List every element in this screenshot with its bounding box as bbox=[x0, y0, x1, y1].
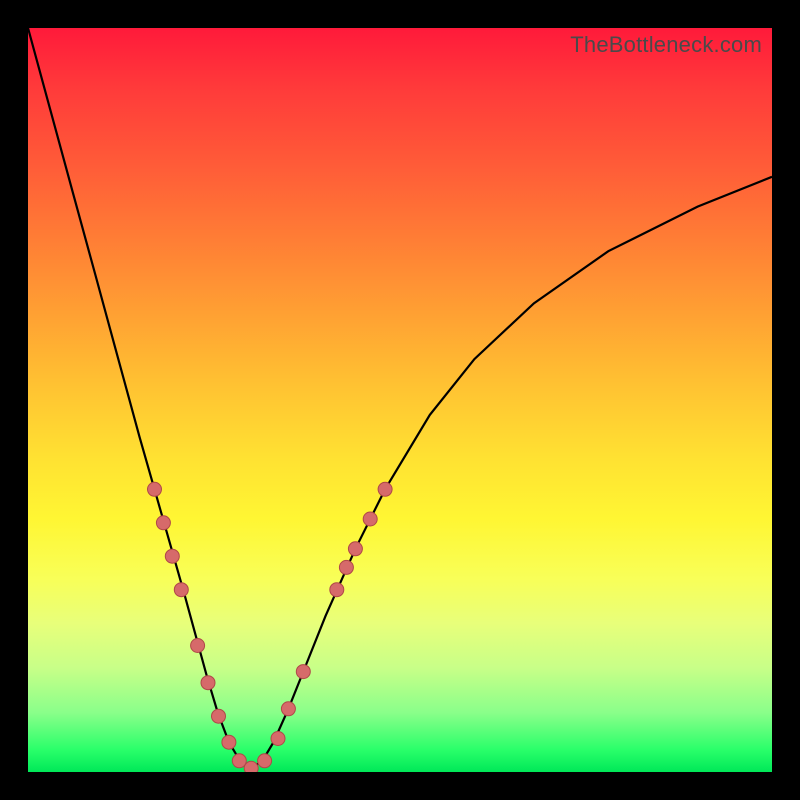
plot-svg bbox=[28, 28, 772, 772]
curve-marker bbox=[156, 516, 170, 530]
chart-area: TheBottleneck.com bbox=[28, 28, 772, 772]
curve-marker bbox=[296, 665, 310, 679]
curve-marker bbox=[212, 709, 226, 723]
curve-marker bbox=[165, 549, 179, 563]
watermark-text: TheBottleneck.com bbox=[570, 32, 762, 58]
curve-marker bbox=[258, 754, 272, 768]
curve-marker bbox=[222, 735, 236, 749]
curve-marker bbox=[201, 676, 215, 690]
curve-marker bbox=[330, 583, 344, 597]
curve-marker bbox=[244, 761, 258, 772]
curve-marker bbox=[339, 560, 353, 574]
curve-markers bbox=[148, 482, 393, 772]
curve-marker bbox=[378, 482, 392, 496]
curve-marker bbox=[271, 732, 285, 746]
curve-marker bbox=[281, 702, 295, 716]
curve-marker bbox=[174, 583, 188, 597]
curve-marker bbox=[191, 639, 205, 653]
bottleneck-curve bbox=[28, 28, 772, 768]
curve-marker bbox=[348, 542, 362, 556]
curve-marker bbox=[363, 512, 377, 526]
curve-marker bbox=[148, 482, 162, 496]
